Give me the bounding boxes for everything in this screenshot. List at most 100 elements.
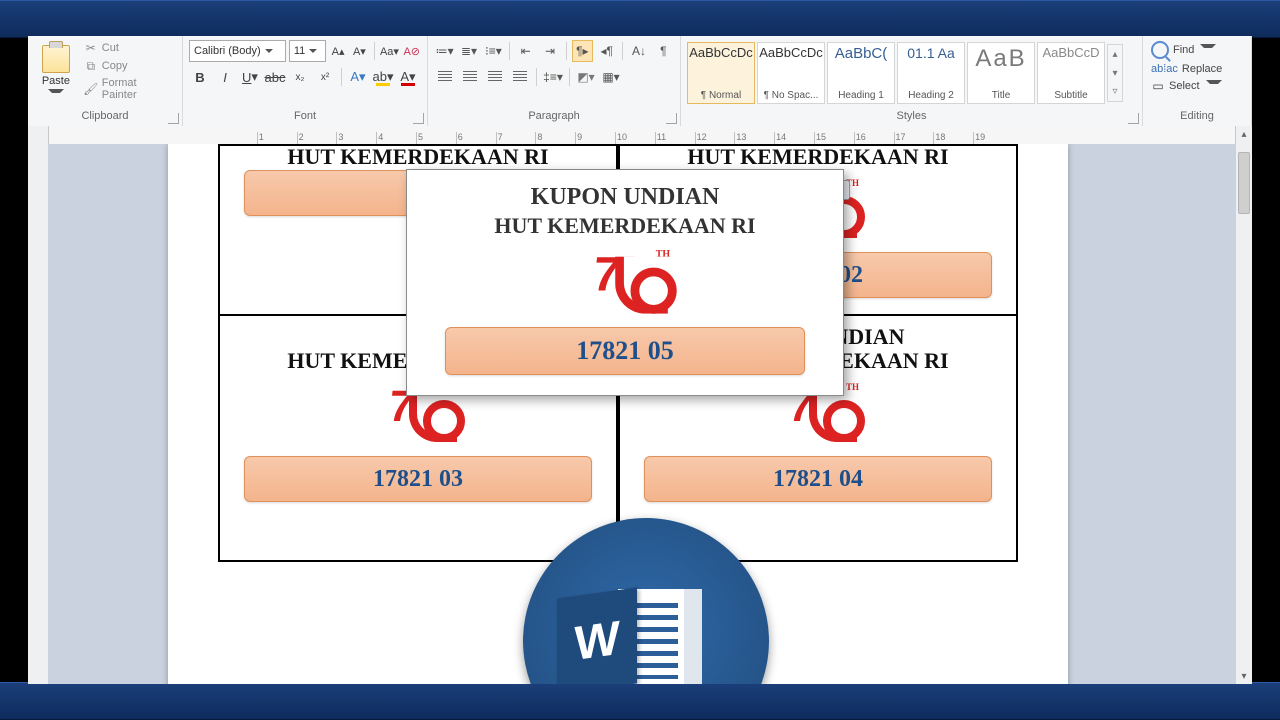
separator	[374, 42, 375, 60]
separator	[569, 68, 570, 86]
font-size-combo[interactable]: 11	[289, 40, 326, 62]
scroll-thumb[interactable]	[1238, 152, 1250, 214]
change-case-button[interactable]: Aa▾	[379, 41, 399, 61]
style-name: ¶ No Spac...	[764, 90, 819, 101]
ruler-tick: 3	[336, 132, 376, 144]
style-subtitle[interactable]: AaBbCcDSubtitle	[1037, 42, 1105, 104]
coupon-number: 17821 05	[576, 336, 674, 366]
ruler-tick: 10	[615, 132, 655, 144]
style-heading-2[interactable]: 01.1 AaHeading 2	[897, 42, 965, 104]
video-top-bar	[0, 0, 1280, 38]
font-name-combo[interactable]: Calibri (Body)	[189, 40, 286, 62]
dialog-launcher-icon[interactable]	[1128, 113, 1139, 124]
ruler-tick: 8	[535, 132, 575, 144]
replace-button[interactable]: ab⁞acReplace	[1149, 62, 1245, 76]
increase-indent-button[interactable]: ⇥	[539, 40, 560, 62]
more-icon: ▿	[1108, 82, 1122, 101]
cut-label: Cut	[102, 42, 119, 54]
select-button[interactable]: ▭ Select	[1149, 78, 1245, 94]
dialog-launcher-icon[interactable]	[666, 113, 677, 124]
style-no-spacing[interactable]: AaBbCcDc¶ No Spac...	[757, 42, 825, 104]
logo-76: 7TH	[587, 250, 664, 316]
bold-button[interactable]: B	[189, 66, 211, 88]
copy-button[interactable]: ⧉Copy	[82, 58, 176, 74]
chevron-down-icon	[1206, 80, 1222, 92]
numbering-button[interactable]: ≣▾	[458, 40, 479, 62]
format-painter-label: Format Painter	[102, 77, 174, 101]
underline-button[interactable]: U▾	[239, 66, 261, 88]
sort-button[interactable]: A↓	[628, 40, 649, 62]
group-editing: Find ab⁞acReplace ▭ Select Editing	[1143, 36, 1252, 126]
group-clipboard: Paste ✂Cut ⧉Copy 🖌Format Painter Clipboa…	[28, 36, 183, 126]
ruler-tick: 4	[376, 132, 416, 144]
ruler-tick: 5	[416, 132, 456, 144]
ruler-tick: 9	[575, 132, 615, 144]
multilevel-button[interactable]: ⁝≡▾	[483, 40, 504, 62]
chevron-down-icon	[48, 89, 64, 101]
document-area[interactable]: HUT KEMERDEKAAN RI X HUT KEMERDEKAAN RI …	[48, 144, 1236, 684]
separator	[622, 42, 623, 60]
group-styles: AaBbCcDc¶ Normal AaBbCcDc¶ No Spac... Aa…	[681, 36, 1143, 126]
vertical-ruler[interactable]	[28, 126, 49, 684]
dialog-launcher-icon[interactable]	[168, 113, 179, 124]
ruler-tick: 14	[774, 132, 814, 144]
horizontal-ruler[interactable]: 12345678910111213141516171819	[48, 126, 1236, 145]
style-name: Title	[992, 90, 1011, 101]
subscript-button[interactable]: x₂	[289, 66, 311, 88]
dialog-launcher-icon[interactable]	[413, 113, 424, 124]
align-right-button[interactable]	[484, 66, 506, 88]
text-effects-button[interactable]: A▾	[347, 66, 369, 88]
align-left-button[interactable]	[434, 66, 456, 88]
highlight-button[interactable]: ab▾	[372, 66, 394, 88]
style-name: Subtitle	[1054, 90, 1087, 101]
find-button[interactable]: Find	[1149, 40, 1245, 60]
borders-button[interactable]: ▦▾	[600, 66, 622, 88]
separator	[566, 42, 567, 60]
ltr-button[interactable]: ¶▸	[572, 40, 593, 62]
superscript-button[interactable]: x²	[314, 66, 336, 88]
styles-gallery-more[interactable]: ▴▾▿	[1107, 44, 1123, 102]
decrease-indent-button[interactable]: ⇤	[515, 40, 536, 62]
bullets-button[interactable]: ≔▾	[434, 40, 455, 62]
ruler-tick: 6	[456, 132, 496, 144]
font-color-button[interactable]: A▾	[397, 66, 419, 88]
style-name: ¶ Normal	[701, 90, 741, 101]
style-title[interactable]: AaB Title	[967, 42, 1035, 104]
justify-button[interactable]	[509, 66, 531, 88]
strike-button[interactable]: abc	[264, 66, 286, 88]
coupon-number-box: 17821 03	[244, 456, 592, 502]
select-label: Select	[1169, 80, 1200, 92]
replace-icon: ab⁞ac	[1151, 63, 1178, 75]
coupon-number: 17821 03	[373, 466, 463, 493]
format-painter-button[interactable]: 🖌Format Painter	[82, 76, 176, 102]
style-sample: AaB	[975, 45, 1026, 73]
style-heading-1[interactable]: AaBbC(Heading 1	[827, 42, 895, 104]
align-center-button[interactable]	[459, 66, 481, 88]
ribbon: Paste ✂Cut ⧉Copy 🖌Format Painter Clipboa…	[28, 36, 1252, 127]
floating-coupon[interactable]: KUPON UNDIAN HUT KEMERDEKAAN RI 7TH 1782…	[406, 169, 844, 396]
ruler-tick: 11	[655, 132, 695, 144]
select-icon: ▭	[1151, 79, 1165, 93]
scroll-up-icon[interactable]: ▴	[1236, 126, 1252, 142]
group-label: Editing	[1149, 110, 1245, 126]
grow-font-button[interactable]: A▴	[329, 41, 347, 61]
font-name-value: Calibri (Body)	[194, 45, 261, 57]
style-normal[interactable]: AaBbCcDc¶ Normal	[687, 42, 755, 104]
coupon-title-1: KUPON UNDIAN	[425, 184, 825, 211]
cut-button[interactable]: ✂Cut	[82, 40, 176, 56]
logo-th: TH	[846, 382, 859, 392]
scroll-down-icon[interactable]: ▾	[1236, 668, 1252, 684]
rtl-button[interactable]: ◂¶	[596, 40, 617, 62]
coupon-number-box: 17821 04	[644, 456, 992, 502]
vertical-scrollbar[interactable]: ▴ ▾	[1235, 126, 1252, 684]
shading-button[interactable]: ◩▾	[575, 66, 597, 88]
coupon-number-box: 17821 05	[445, 327, 805, 375]
shrink-font-button[interactable]: A▾	[350, 41, 368, 61]
word-window: Paste ✂Cut ⧉Copy 🖌Format Painter Clipboa…	[28, 36, 1252, 684]
ruler-tick: 13	[734, 132, 774, 144]
line-spacing-button[interactable]: ‡≡▾	[542, 66, 564, 88]
show-marks-button[interactable]: ¶	[653, 40, 674, 62]
paste-button[interactable]: Paste	[34, 40, 78, 106]
clear-formatting-button[interactable]: A⊘	[402, 41, 421, 61]
italic-button[interactable]: I	[214, 66, 236, 88]
